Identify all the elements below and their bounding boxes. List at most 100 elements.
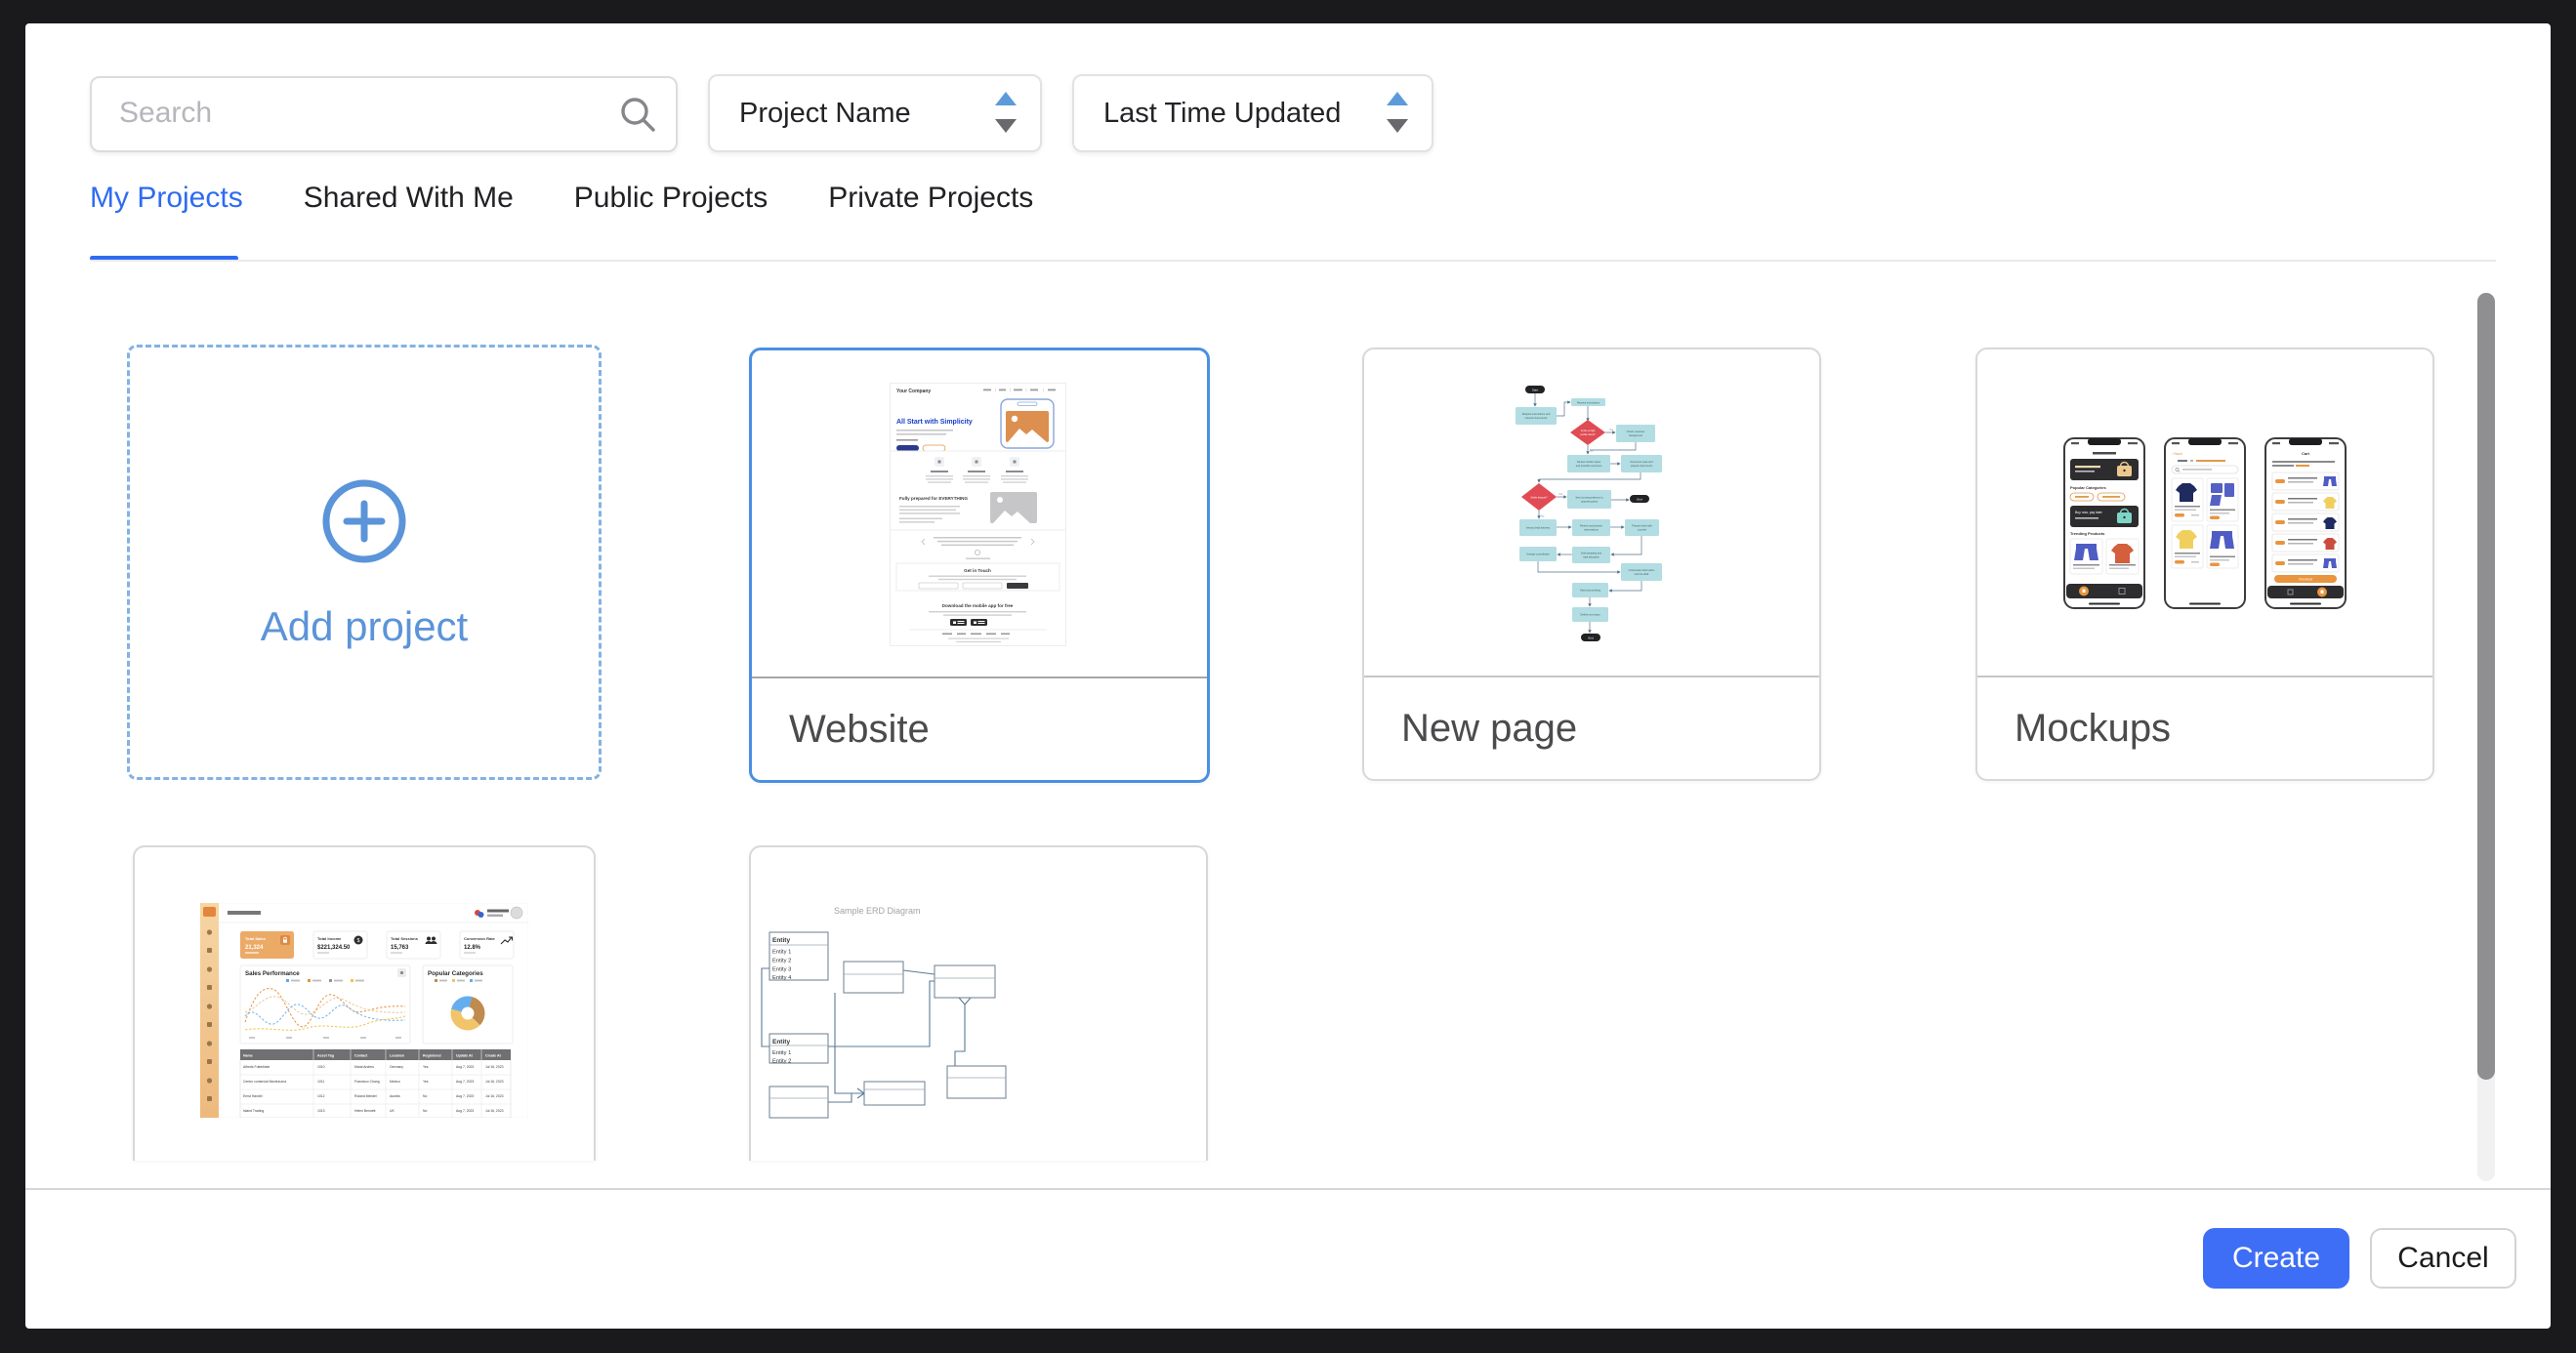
svg-text:Instruct lead attorney: Instruct lead attorney <box>1526 526 1551 530</box>
screen-background: Project Name Last Time Updated My Projec… <box>0 0 2576 1353</box>
svg-text:Contact: Contact <box>354 1053 368 1057</box>
svg-text:Yes: Yes <box>1558 492 1563 496</box>
svg-text:15,763: 15,763 <box>391 945 409 951</box>
svg-text:Sales Performance: Sales Performance <box>245 970 300 977</box>
project-card-untitled-erd[interactable]: Sample ERD Diagram <box>749 845 1208 1161</box>
svg-text:1013: 1013 <box>317 1109 325 1113</box>
svg-text:Entity: Entity <box>772 1039 790 1046</box>
svg-text:Jul 16, 2023: Jul 16, 2023 <box>485 1109 504 1113</box>
svg-text:task allocation: task allocation <box>1583 555 1600 559</box>
create-button[interactable]: Create <box>2203 1228 2349 1289</box>
svg-text:observations: observations <box>1584 528 1599 532</box>
svg-text:Review similar cases: Review similar cases <box>1577 460 1601 464</box>
svg-text:Arrange consultation: Arrange consultation <box>1526 553 1550 556</box>
svg-text:UK: UK <box>390 1109 395 1113</box>
website-thumbnail: Your Company All Start with Simplicity <box>752 350 1207 678</box>
tab-private-projects[interactable]: Private Projects <box>828 182 1033 254</box>
sort-by-name-label: Project Name <box>739 76 911 150</box>
sort-by-updated-label: Last Time Updated <box>1103 76 1341 150</box>
svg-text:Receive instructions: Receive instructions <box>1577 400 1600 404</box>
search-input[interactable] <box>117 78 609 148</box>
footer-divider <box>25 1188 2551 1190</box>
svg-text:Prepare brief with: Prepare brief with <box>1632 524 1652 528</box>
tabs-divider <box>90 260 2496 262</box>
svg-text:Total Sales: Total Sales <box>245 936 267 941</box>
sort-by-updated-button[interactable]: Last Time Updated <box>1072 74 1433 152</box>
flowchart-thumbnail: Start Receive instructions Request instr… <box>1364 349 1819 677</box>
svg-text:Yes: Yes <box>423 1065 429 1069</box>
svg-text:Create At: Create At <box>485 1053 502 1057</box>
svg-text:Checkout: Checkout <box>2299 578 2312 582</box>
tab-shared-with-me[interactable]: Shared With Me <box>304 182 514 254</box>
svg-text:Send correspondence to: Send correspondence to <box>1575 496 1603 500</box>
dashboard-thumbnail: Total Sales 21,324 Total Income $221,324… <box>135 847 594 1161</box>
svg-text:Aug 7, 2023: Aug 7, 2023 <box>456 1080 474 1084</box>
svg-text:Roland Mendel: Roland Mendel <box>354 1094 377 1098</box>
svg-text:No: No <box>423 1109 427 1113</box>
svg-text:into the draft: into the draft <box>1635 572 1649 576</box>
svg-text:opposing party: opposing party <box>1581 500 1599 504</box>
svg-text:background: background <box>1629 433 1642 437</box>
scrollbar-thumb[interactable] <box>2477 293 2495 1080</box>
svg-text:Yes: Yes <box>1609 428 1614 431</box>
svg-text:relevant documents: relevant documents <box>1525 416 1548 420</box>
svg-text:Buy now, pay later: Buy now, pay later <box>2075 511 2103 514</box>
svg-text:1012: 1012 <box>317 1094 325 1098</box>
svg-text:$221,324.50: $221,324.50 <box>317 945 351 951</box>
tab-public-projects[interactable]: Public Projects <box>574 182 768 254</box>
svg-text:Define next steps: Define next steps <box>1580 613 1600 617</box>
svg-text:End: End <box>1637 498 1642 502</box>
project-card-untitled-dashboard[interactable]: Total Sales 21,324 Total Income $221,324… <box>133 845 596 1161</box>
svg-text:Jul 16, 2023: Jul 16, 2023 <box>485 1065 504 1069</box>
svg-text:Incorporate information: Incorporate information <box>1629 568 1655 572</box>
search-box <box>90 76 678 152</box>
svg-text:Start: Start <box>1532 389 1539 392</box>
svg-text:Sample ERD Diagram: Sample ERD Diagram <box>834 906 921 916</box>
svg-text:Draft pleading and: Draft pleading and <box>1581 552 1602 555</box>
svg-text:Mexico: Mexico <box>390 1080 400 1084</box>
svg-text:Download the mobile app for fr: Download the mobile app for free <box>942 603 1014 608</box>
svg-text:Entity 1: Entity 1 <box>772 950 791 956</box>
svg-text:Entity 2: Entity 2 <box>772 1059 791 1065</box>
svg-text:Entity 4: Entity 4 <box>772 975 792 981</box>
svg-text:Jul 16, 2023: Jul 16, 2023 <box>485 1080 504 1084</box>
svg-text:Entity 3: Entity 3 <box>772 967 791 973</box>
svg-text:prepare documents: prepare documents <box>1631 464 1653 468</box>
svg-text:Centro comercial Moctezuma: Centro comercial Moctezuma <box>243 1080 286 1084</box>
svg-text:profile client?: profile client? <box>1580 432 1596 436</box>
tab-bar: My Projects Shared With Me Public Projec… <box>90 182 1033 254</box>
svg-text:Fully prepared for EVERYTHING: Fully prepared for EVERYTHING <box>899 496 968 501</box>
tab-my-projects[interactable]: My Projects <box>90 182 243 254</box>
svg-text:All Start with Simplicity: All Start with Simplicity <box>896 419 973 426</box>
svg-text:End: End <box>1588 636 1594 640</box>
project-title: Website <box>789 678 930 780</box>
project-card-new-page[interactable]: Start Receive instructions Request instr… <box>1362 348 1821 781</box>
svg-text:Check customer: Check customer <box>1627 430 1645 433</box>
svg-text:Austria: Austria <box>390 1094 400 1098</box>
svg-text:$: $ <box>357 938 360 944</box>
svg-text:Entity 1: Entity 1 <box>772 1050 791 1056</box>
svg-text:No: No <box>423 1094 427 1098</box>
svg-text:No: No <box>1541 514 1545 518</box>
project-card-website[interactable]: Your Company All Start with Simplicity <box>749 348 1210 783</box>
project-title: New page <box>1401 677 1577 779</box>
project-card-mockups[interactable]: Popular Categories Buy now, pay later Tr… <box>1975 348 2434 781</box>
svg-text:Total Sessions: Total Sessions <box>391 936 419 941</box>
sort-asc-desc-icon <box>993 90 1018 142</box>
svg-text:Total Income: Total Income <box>317 936 342 941</box>
cancel-button[interactable]: Cancel <box>2370 1228 2516 1289</box>
svg-text:12.8%: 12.8% <box>464 945 481 951</box>
svg-text:Yes: Yes <box>423 1080 429 1084</box>
mockups-thumbnail: Popular Categories Buy now, pay later Tr… <box>1977 349 2432 677</box>
sort-by-name-button[interactable]: Project Name <box>708 74 1042 152</box>
svg-text:Popular Categories: Popular Categories <box>428 970 483 977</box>
svg-text:21,324: 21,324 <box>245 945 264 951</box>
svg-text:1011: 1011 <box>317 1080 324 1084</box>
svg-text:Jul 16, 2023: Jul 16, 2023 <box>485 1094 504 1098</box>
svg-text:Document case and: Document case and <box>1630 460 1653 464</box>
svg-text:Entity: Entity <box>772 937 790 944</box>
svg-text:Cart: Cart <box>2302 451 2310 456</box>
svg-text:Your Company: Your Company <box>896 389 931 394</box>
svg-text:Popular Categories: Popular Categories <box>2070 485 2106 490</box>
add-project-card[interactable]: Add project <box>127 345 602 780</box>
